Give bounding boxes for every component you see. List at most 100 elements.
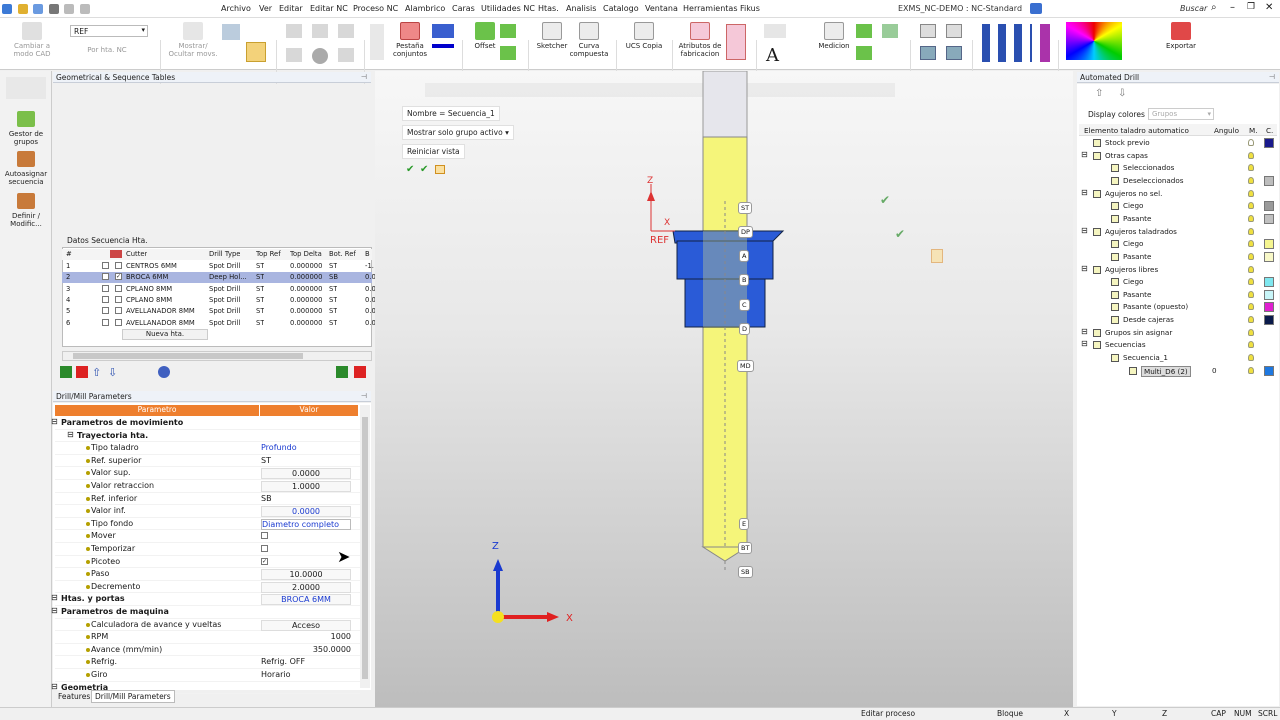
param-row[interactable]: ⊟ Htas. y portas BROCA 6MM <box>51 593 360 606</box>
minimize-icon[interactable]: – <box>1230 2 1235 13</box>
tree-item[interactable]: Stock previo <box>1079 137 1275 150</box>
menu-caras[interactable]: Caras <box>452 4 475 13</box>
menu-htas[interactable]: Htas. <box>538 4 559 13</box>
color-swatch[interactable] <box>1264 277 1274 288</box>
visibility-bulb-icon[interactable] <box>1248 278 1254 286</box>
tag-md[interactable]: MD <box>737 360 754 372</box>
visibility-bulb-icon[interactable] <box>1248 240 1254 248</box>
tree-item[interactable]: Seleccionados <box>1079 162 1275 175</box>
tree-item[interactable]: Desde cajeras <box>1079 314 1275 327</box>
param-row[interactable]: Giro Horario <box>55 669 360 682</box>
tree-item[interactable]: Deseleccionados <box>1079 175 1275 188</box>
table-row[interactable]: 5 AVELLANADOR 8MM Spot Drill ST 0.000000 ST 0.… <box>62 306 376 317</box>
param-value[interactable]: SB <box>261 494 272 503</box>
visibility-bulb-icon[interactable] <box>1248 176 1254 184</box>
tag-dp[interactable]: DP <box>738 226 753 238</box>
delete-tool-icon[interactable] <box>76 366 88 378</box>
zoom-icon[interactable] <box>920 24 936 38</box>
expand-icon[interactable]: ⊟ <box>1081 150 1088 159</box>
move-down-icon[interactable]: ⇩ <box>108 366 118 379</box>
tree-item[interactable]: Ciego <box>1079 276 1275 289</box>
visibility-bulb-icon[interactable] <box>1248 328 1254 336</box>
menu-herramientas-fikus[interactable]: Herramientas Fikus <box>683 4 760 13</box>
param-value[interactable]: BROCA 6MM <box>261 594 351 606</box>
group-icon[interactable] <box>222 24 240 40</box>
visibility-bulb-icon[interactable] <box>1248 341 1254 349</box>
param-row[interactable]: Tipo fondo Diametro completo <box>55 518 360 531</box>
row-select-checkbox[interactable] <box>115 318 122 326</box>
tree-item[interactable]: Multi_D6 (2) 0 <box>1079 365 1275 378</box>
tab-drill-mill-parameters[interactable]: Drill/Mill Parameters <box>91 690 175 703</box>
tag-d[interactable]: D <box>739 323 751 335</box>
ucs-copia-button[interactable]: UCS Copia <box>622 22 666 50</box>
pin-3-icon[interactable]: ⊣ <box>1269 73 1275 81</box>
views-icon[interactable] <box>982 24 1032 62</box>
param-value[interactable]: Acceso <box>261 619 351 631</box>
tree-item[interactable]: ⊟ Agujeros taladrados <box>1079 226 1275 239</box>
table-row[interactable]: 2 BROCA 6MM Deep Hol... ST 0.000000 SB 0.0 ✓ <box>62 272 376 284</box>
tree-item[interactable]: ⊟ Otras capas <box>1079 150 1275 163</box>
undo-icon[interactable] <box>64 4 75 14</box>
param-value[interactable]: Diametro completo <box>261 518 351 530</box>
tree-item[interactable]: ⊟ Secuencias <box>1079 339 1275 352</box>
visibility-bulb-icon[interactable] <box>1248 164 1254 172</box>
param-value[interactable]: 0.0000 <box>261 506 351 518</box>
collapse-icon[interactable]: ⊟ <box>51 606 58 615</box>
param-row[interactable]: Picoteo ✓ <box>55 556 360 569</box>
maximize-icon[interactable]: ❐ <box>1247 2 1255 12</box>
definir-modificar-button[interactable]: Definir / Modific... <box>2 193 50 228</box>
param-value[interactable]: 2.0000 <box>261 581 351 593</box>
visibility-bulb-icon[interactable] <box>1248 189 1254 197</box>
autoasignar-secuencia-button[interactable]: Autoasignar secuencia <box>2 151 50 186</box>
scrollbar-thumb[interactable] <box>73 353 303 359</box>
search-field[interactable]: Buscar <box>1180 4 1207 13</box>
color-swatch[interactable] <box>1264 289 1274 300</box>
filter-icon[interactable] <box>110 250 122 258</box>
atributos-fabricacion-button[interactable]: Atributos de fabricacion <box>676 22 724 58</box>
params-scrollbar-thumb[interactable] <box>362 417 368 679</box>
align-icon[interactable] <box>370 24 384 60</box>
param-checkbox[interactable] <box>261 545 268 552</box>
tag-c[interactable]: C <box>739 299 750 311</box>
medicion-button[interactable]: Medicion <box>814 22 854 50</box>
exportar-button[interactable]: Exportar <box>1164 22 1198 50</box>
tree-item[interactable]: Secuencia_1 <box>1079 352 1275 365</box>
shape-3-icon[interactable] <box>856 46 872 60</box>
pin-2-icon[interactable]: ⊣ <box>361 392 367 400</box>
info-icon[interactable] <box>312 48 328 64</box>
frame-icon[interactable] <box>286 24 302 38</box>
expand-icon[interactable]: ⊟ <box>1081 327 1088 336</box>
seq-scrollbar[interactable] <box>62 351 372 361</box>
color-palette[interactable] <box>1066 22 1122 60</box>
zoom-3-icon[interactable] <box>920 46 936 60</box>
params-scrollbar[interactable] <box>360 405 370 688</box>
color-swatch[interactable] <box>1264 175 1274 186</box>
visibility-bulb-icon[interactable] <box>1248 139 1254 146</box>
param-value[interactable]: 1.0000 <box>261 481 351 492</box>
param-row[interactable]: Avance (mm/min) 350.0000 <box>55 644 360 657</box>
expand-icon[interactable]: ⊟ <box>1081 339 1088 348</box>
color-swatch[interactable] <box>1264 365 1274 376</box>
param-value[interactable]: Horario <box>261 670 291 679</box>
param-row[interactable]: RPM 1000 <box>55 631 360 644</box>
tag-sb[interactable]: SB <box>738 566 753 578</box>
text-icon[interactable]: A <box>766 45 779 66</box>
tool-library-icon[interactable] <box>158 366 170 378</box>
row-checkbox[interactable] <box>102 295 109 303</box>
param-value[interactable]: 350.0000 <box>261 645 351 654</box>
export-red-icon[interactable] <box>354 366 366 378</box>
param-row[interactable]: Decremento 2.0000 <box>55 581 360 594</box>
param-value[interactable]: Profundo <box>261 443 297 452</box>
list-icon[interactable] <box>312 24 328 38</box>
menu-ver[interactable]: Ver <box>259 4 272 13</box>
menu-utilidades-nc[interactable]: Utilidades NC <box>481 4 535 13</box>
visibility-bulb-icon[interactable] <box>1248 227 1254 235</box>
top-icon[interactable] <box>6 77 46 99</box>
param-row[interactable]: Paso 10.0000 <box>55 568 360 581</box>
param-row[interactable]: Temporizar <box>55 543 360 556</box>
table-row[interactable]: 3 CPLANO 8MM Spot Drill ST 0.000000 ST 0.0 <box>62 284 376 295</box>
cube-icon[interactable] <box>246 42 266 62</box>
param-checkbox[interactable]: ✓ <box>261 557 268 565</box>
param-row[interactable]: Tipo taladro Profundo <box>55 442 360 455</box>
param-value[interactable]: 10.0000 <box>261 569 351 581</box>
